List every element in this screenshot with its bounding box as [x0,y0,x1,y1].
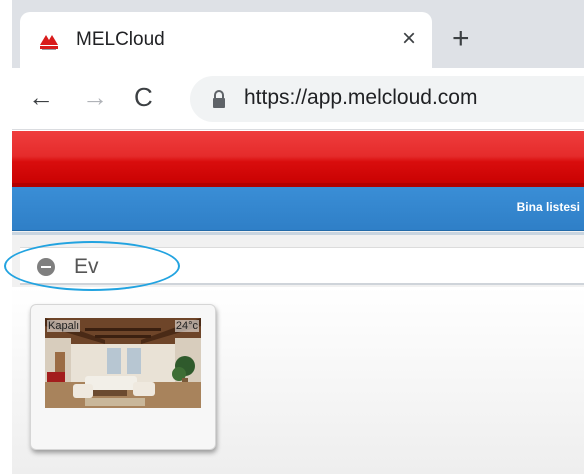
back-arrow-icon[interactable]: ← [28,82,54,112]
address-bar[interactable]: https://app.melcloud.com [190,76,584,122]
melcloud-page: Bina listesi Ev Kapalı 24°c [4,131,584,474]
forward-arrow-icon[interactable]: → [82,82,108,112]
new-tab-button[interactable]: + [452,24,470,54]
reload-icon[interactable]: C [134,82,153,112]
unit-temperature: 24°c [174,320,199,332]
divider [12,232,584,235]
browser-toolbar: ← → C https://app.melcloud.com [12,68,584,130]
melcloud-logo-icon [38,30,60,52]
url-text: https://app.melcloud.com [244,86,478,109]
navigation-bar: Bina listesi [12,187,584,231]
tab-title: MELCloud [76,29,165,50]
browser-tabstrip: MELCloud × + [12,0,584,68]
building-group-header[interactable]: Ev [20,247,584,285]
unit-tile[interactable]: Kapalı 24°c [30,304,216,450]
unit-status: Kapalı [47,320,81,332]
group-name: Ev [74,255,99,278]
lock-icon [213,90,225,108]
close-tab-icon[interactable]: × [402,25,416,53]
browser-tab[interactable]: MELCloud × [20,12,432,68]
building-list-link[interactable]: Bina listesi [517,200,580,214]
collapse-minus-icon[interactable] [37,258,55,276]
header-banner [12,131,584,187]
